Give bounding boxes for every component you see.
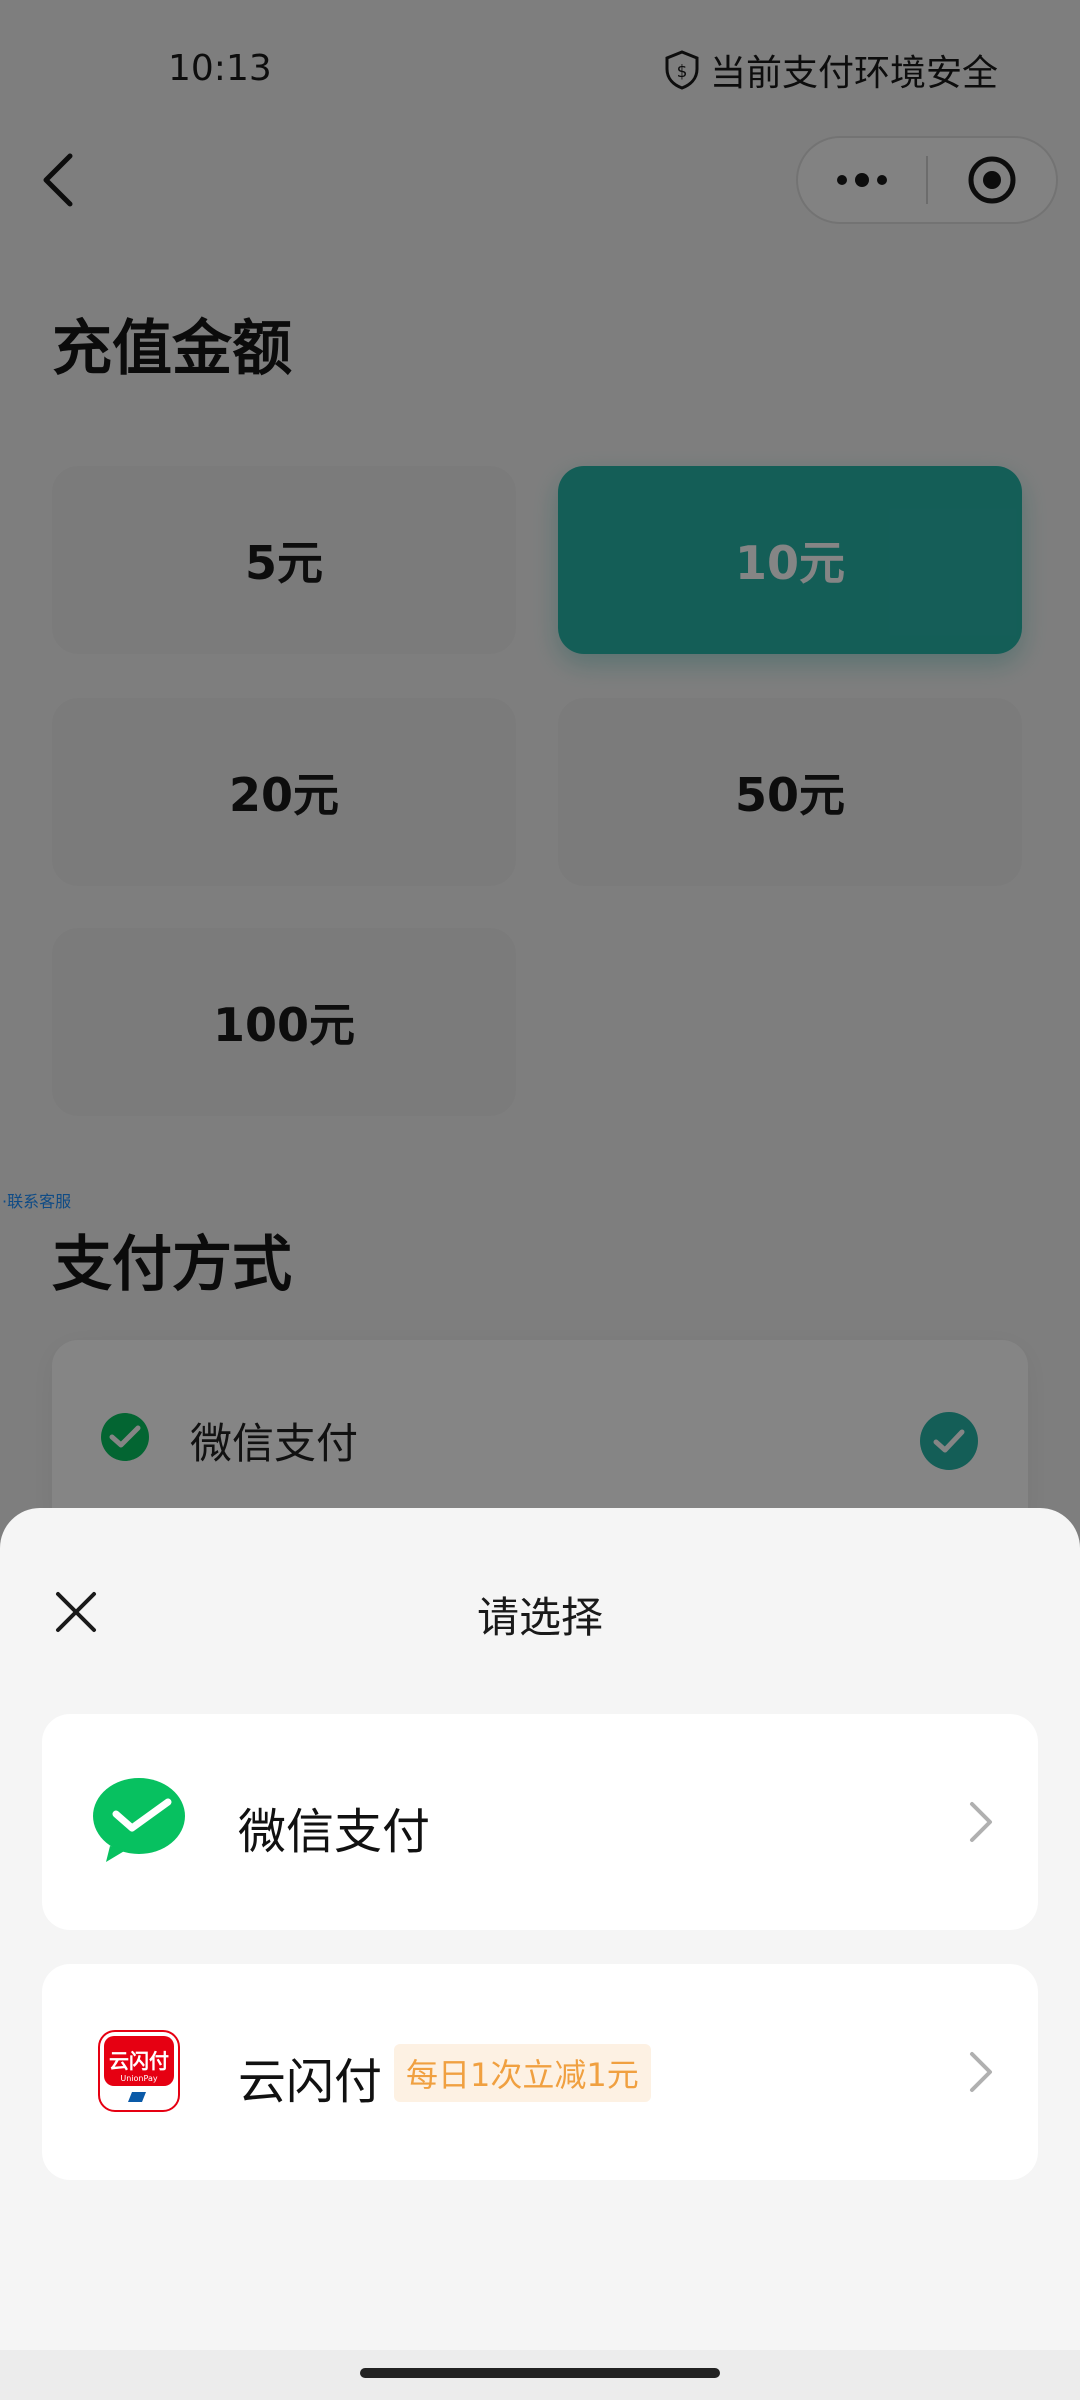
option-wechat-pay[interactable]: 微信支付 [42,1714,1038,1930]
wechat-pay-icon [93,1778,185,1862]
unionpay-quickpass-icon: 云闪付 UnionPay [98,2030,180,2112]
home-indicator[interactable] [360,2368,720,2378]
option-label: 云闪付 [238,2054,383,2110]
unionpay-logo-subtext: UnionPay [120,2074,157,2083]
unionpay-logo-text: 云闪付 [109,2049,169,2073]
option-unionpay[interactable]: 云闪付 UnionPay 云闪付 每日1次立减1元 [42,1964,1038,2180]
sheet-title: 请选择 [476,1593,603,1642]
promo-badge: 每日1次立减1元 [394,2044,651,2102]
payment-select-sheet: 请选择 微信支付 云闪付 UnionPay 云闪付 每日1次立减1元 [0,1508,1080,2400]
chevron-right-icon [970,2052,992,2092]
option-label: 微信支付 [238,1804,431,1860]
chevron-right-icon [970,1802,992,1842]
